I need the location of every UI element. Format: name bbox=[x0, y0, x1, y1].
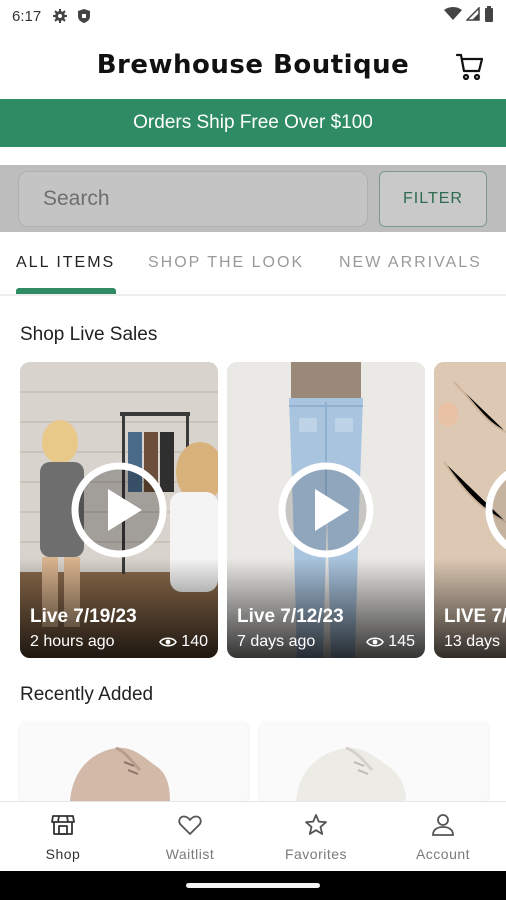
tab-shop-the-look[interactable]: SHOP THE LOOK bbox=[148, 254, 304, 272]
nav-shop-label: Shop bbox=[45, 846, 81, 862]
free-shipping-banner: Orders Ship Free Over $100 bbox=[0, 99, 506, 147]
storefront-icon bbox=[51, 815, 75, 835]
view-count: 145 bbox=[366, 633, 415, 651]
tab-new-arrivals[interactable]: NEW ARRIVALS bbox=[339, 254, 482, 272]
system-gesture-bar bbox=[0, 871, 506, 900]
live-sale-card[interactable]: Live 7/12/23 7 days ago 145 bbox=[227, 362, 425, 658]
status-time: 6:17 bbox=[12, 7, 42, 25]
cart-icon[interactable] bbox=[454, 50, 486, 82]
tab-all-items[interactable]: ALL ITEMS bbox=[16, 254, 115, 272]
product-image bbox=[20, 722, 248, 802]
settings-icon bbox=[51, 7, 69, 25]
live-sale-label: Live 7/12/23 bbox=[237, 606, 344, 627]
heart-icon bbox=[178, 815, 202, 835]
recently-added-title: Recently Added bbox=[20, 684, 154, 705]
product-image bbox=[260, 722, 488, 802]
status-bar: 6:17 bbox=[0, 0, 506, 32]
category-tabs: ALL ITEMS SHOP THE LOOK NEW ARRIVALS bbox=[0, 236, 506, 296]
home-gesture-handle[interactable] bbox=[186, 883, 320, 888]
bottom-navigation: Shop Waitlist Favorites Account bbox=[0, 801, 506, 871]
search-bar: Search FILTER bbox=[0, 165, 506, 232]
play-icon bbox=[278, 462, 374, 558]
play-icon bbox=[71, 462, 167, 558]
product-card[interactable] bbox=[20, 722, 248, 802]
nav-account-label: Account bbox=[415, 846, 471, 862]
play-icon bbox=[485, 470, 506, 550]
view-count-value: 145 bbox=[388, 633, 415, 650]
star-icon bbox=[305, 814, 327, 835]
eye-icon bbox=[159, 637, 178, 647]
nav-shop[interactable]: Shop bbox=[0, 802, 126, 872]
live-sale-label: Live 7/19/23 bbox=[30, 606, 137, 627]
eye-icon bbox=[366, 637, 385, 647]
filter-button[interactable]: FILTER bbox=[379, 171, 487, 227]
live-sale-time-ago: 13 days bbox=[444, 633, 501, 650]
person-icon bbox=[432, 814, 454, 836]
live-sale-label: LIVE 7/ bbox=[444, 606, 506, 627]
live-sale-time-ago: 7 days ago bbox=[237, 633, 316, 650]
nav-favorites[interactable]: Favorites bbox=[253, 802, 379, 872]
live-sale-card[interactable]: Live 7/19/23 2 hours ago 140 bbox=[20, 362, 218, 658]
view-count: 140 bbox=[159, 633, 208, 651]
search-input[interactable]: Search bbox=[18, 171, 368, 227]
app-bar: Brewhouse Boutique bbox=[0, 32, 506, 98]
wifi-icon bbox=[444, 7, 462, 25]
active-tab-indicator bbox=[16, 288, 116, 294]
shield-icon bbox=[75, 7, 93, 25]
nav-favorites-label: Favorites bbox=[284, 846, 348, 862]
nav-waitlist[interactable]: Waitlist bbox=[127, 802, 253, 872]
signal-icon bbox=[465, 6, 480, 25]
live-sale-card[interactable]: LIVE 7/ 13 days bbox=[434, 362, 506, 658]
product-card[interactable] bbox=[260, 722, 488, 802]
view-count-value: 140 bbox=[181, 633, 208, 650]
status-right-icons bbox=[444, 6, 494, 26]
nav-waitlist-label: Waitlist bbox=[165, 846, 215, 862]
app-title: Brewhouse Boutique bbox=[96, 50, 410, 80]
live-sale-time-ago: 2 hours ago bbox=[30, 633, 115, 650]
nav-account[interactable]: Account bbox=[380, 802, 506, 872]
battery-icon bbox=[484, 6, 494, 26]
live-sales-title: Shop Live Sales bbox=[20, 324, 158, 345]
